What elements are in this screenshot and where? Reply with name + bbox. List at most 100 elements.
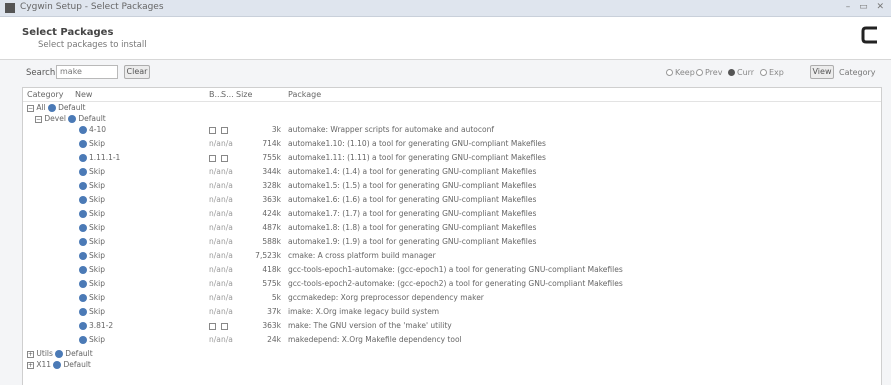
- toolbar: Search make Clear Keep Prev Curr Exp Vie…: [0, 60, 891, 86]
- new-version-cell[interactable]: Skip: [79, 237, 105, 247]
- table-row[interactable]: Skip n/a n/a 5k gccmakedep: Xorg preprocesso…: [23, 293, 881, 303]
- tree-node-devel[interactable]: − Devel Default: [35, 114, 106, 124]
- col-new[interactable]: New: [75, 90, 92, 99]
- new-version-cell[interactable]: Skip: [79, 167, 105, 177]
- src-na-text: n/a: [221, 307, 233, 316]
- tree-node-utils[interactable]: + Utils Default: [27, 349, 93, 359]
- src-na-text: n/a: [221, 223, 233, 232]
- cycle-icon[interactable]: [79, 238, 87, 246]
- new-version-cell[interactable]: Skip: [79, 195, 105, 205]
- cycle-icon[interactable]: [79, 168, 87, 176]
- cycle-icon[interactable]: [79, 336, 87, 344]
- table-row[interactable]: Skip n/a n/a 424k automake1.7: (1.7) a tool …: [23, 209, 881, 219]
- src-na-text: n/a: [221, 265, 233, 274]
- src-na-text: n/a: [221, 251, 233, 260]
- window-controls[interactable]: – ▭ ✕: [846, 2, 887, 12]
- col-category[interactable]: Category: [27, 90, 64, 99]
- new-version-cell[interactable]: Skip: [79, 265, 105, 275]
- window-title: Cygwin Setup - Select Packages: [20, 2, 164, 12]
- table-row[interactable]: Skip n/a n/a 7,523k cmake: A cross platform …: [23, 251, 881, 261]
- expand-icon[interactable]: +: [27, 361, 34, 369]
- cycle-icon[interactable]: [55, 350, 64, 358]
- src-na-text: n/a: [221, 181, 233, 190]
- new-version-cell[interactable]: Skip: [79, 335, 105, 345]
- table-row[interactable]: Skip n/a n/a 588k automake1.9: (1.9) a tool …: [23, 237, 881, 247]
- bin-na-text: n/a: [209, 265, 221, 274]
- cycle-icon[interactable]: [79, 322, 87, 330]
- table-row[interactable]: Skip n/a n/a 344k automake1.4: (1.4) a tool …: [23, 167, 881, 177]
- collapse-icon[interactable]: −: [35, 115, 42, 123]
- table-row[interactable]: Skip n/a n/a 575k gcc-tools-epoch2-automake:…: [23, 279, 881, 289]
- table-row[interactable]: 4-10 3k automake: Wrapper scripts for auto…: [23, 125, 881, 135]
- clear-button[interactable]: Clear: [124, 65, 150, 79]
- col-src[interactable]: S...: [221, 90, 234, 99]
- radio-curr[interactable]: Curr: [728, 68, 754, 77]
- cycle-icon[interactable]: [79, 224, 87, 232]
- radio-prev[interactable]: Prev: [696, 68, 722, 77]
- cycle-icon[interactable]: [79, 210, 87, 218]
- cycle-icon[interactable]: [79, 154, 87, 162]
- new-version-cell[interactable]: 1.11.1-1: [79, 153, 120, 163]
- cycle-icon[interactable]: [79, 140, 87, 148]
- cycle-icon[interactable]: [68, 115, 77, 123]
- cycle-icon[interactable]: [79, 280, 87, 288]
- search-input[interactable]: make: [56, 65, 118, 79]
- bin-na-text: n/a: [209, 139, 221, 148]
- new-version-cell[interactable]: Skip: [79, 279, 105, 289]
- cycle-icon[interactable]: [79, 294, 87, 302]
- radio-exp[interactable]: Exp: [760, 68, 784, 77]
- src-checkbox[interactable]: [221, 153, 228, 163]
- package-description: automake: Wrapper scripts for automake a…: [288, 125, 494, 134]
- new-version-cell[interactable]: 3.81-2: [79, 321, 113, 331]
- bin-checkbox[interactable]: [209, 125, 216, 135]
- src-na-text: n/a: [221, 209, 233, 218]
- table-row[interactable]: Skip n/a n/a 487k automake1.8: (1.8) a tool …: [23, 223, 881, 233]
- src-checkbox[interactable]: [221, 125, 228, 135]
- table-row[interactable]: Skip n/a n/a 37k imake: X.Org imake legacy b…: [23, 307, 881, 317]
- col-package[interactable]: Package: [288, 90, 321, 99]
- new-version-cell[interactable]: Skip: [79, 251, 105, 261]
- table-row[interactable]: Skip n/a n/a 24k makedepend: X.Org Makefile …: [23, 335, 881, 345]
- size-cell: 5k: [271, 293, 281, 302]
- col-size[interactable]: Size: [236, 90, 252, 99]
- cycle-icon[interactable]: [48, 104, 57, 112]
- tree-node-all[interactable]: − All Default: [27, 103, 86, 113]
- table-row[interactable]: Skip n/a n/a 714k automake1.10: (1.10) a too…: [23, 139, 881, 149]
- new-version-cell[interactable]: Skip: [79, 307, 105, 317]
- expand-icon[interactable]: +: [27, 350, 34, 358]
- new-version-cell[interactable]: Skip: [79, 139, 105, 149]
- package-description: make: The GNU version of the 'make' util…: [288, 321, 452, 330]
- cycle-icon[interactable]: [79, 196, 87, 204]
- view-button[interactable]: View: [810, 65, 834, 79]
- bin-checkbox[interactable]: [209, 153, 216, 163]
- new-version-cell[interactable]: 4-10: [79, 125, 106, 135]
- cycle-icon[interactable]: [79, 266, 87, 274]
- new-version-cell[interactable]: Skip: [79, 293, 105, 303]
- cycle-icon[interactable]: [79, 308, 87, 316]
- package-description: automake1.10: (1.10) a tool for generati…: [288, 139, 546, 148]
- src-na-text: n/a: [221, 237, 233, 246]
- bin-checkbox[interactable]: [209, 321, 216, 331]
- cycle-icon[interactable]: [53, 361, 62, 369]
- table-row[interactable]: Skip n/a n/a 363k automake1.6: (1.6) a tool …: [23, 195, 881, 205]
- radio-keep[interactable]: Keep: [666, 68, 695, 77]
- tree-node-x11[interactable]: + X11 Default: [27, 360, 91, 370]
- table-row[interactable]: Skip n/a n/a 328k automake1.5: (1.5) a tool …: [23, 181, 881, 191]
- bin-na-text: n/a: [209, 167, 221, 176]
- radio-dot-icon: [696, 69, 703, 76]
- table-row[interactable]: Skip n/a n/a 418k gcc-tools-epoch1-automake:…: [23, 265, 881, 275]
- size-cell: 37k: [267, 307, 281, 316]
- src-na-text: n/a: [221, 335, 233, 344]
- new-version-cell[interactable]: Skip: [79, 181, 105, 191]
- cycle-icon[interactable]: [79, 252, 87, 260]
- new-version-cell[interactable]: Skip: [79, 209, 105, 219]
- table-row[interactable]: 1.11.1-1 755k automake1.11: (1.11) a tool …: [23, 153, 881, 163]
- package-list[interactable]: Category New B... S... Size Package − Al…: [22, 87, 882, 385]
- cycle-icon[interactable]: [79, 182, 87, 190]
- table-row[interactable]: 3.81-2 363k make: The GNU version of the '…: [23, 321, 881, 331]
- src-checkbox[interactable]: [221, 321, 228, 331]
- package-description: gcc-tools-epoch1-automake: (gcc-epoch1) …: [288, 265, 623, 274]
- cycle-icon[interactable]: [79, 126, 87, 134]
- collapse-icon[interactable]: −: [27, 104, 34, 112]
- new-version-cell[interactable]: Skip: [79, 223, 105, 233]
